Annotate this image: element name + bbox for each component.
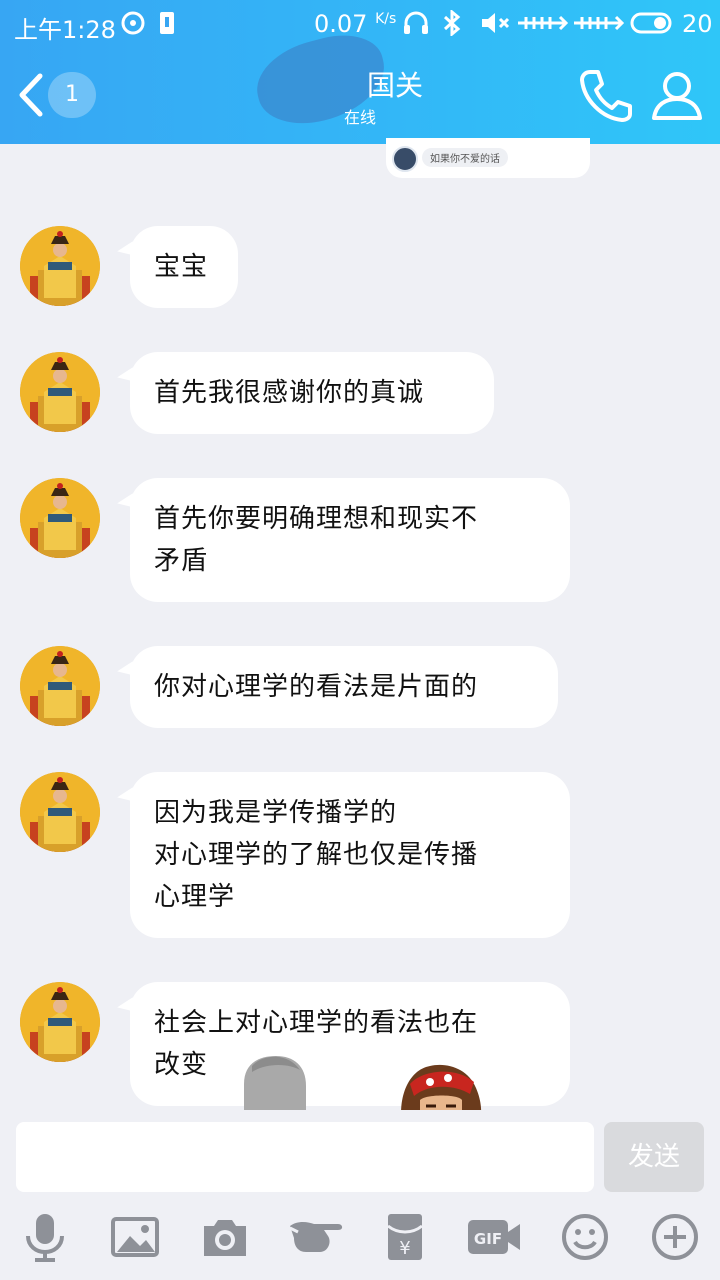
message-bubble[interactable]: 因为我是学传播学的 对心理学的了解也仅是传播 心理学 — [130, 772, 570, 938]
signal-icon — [518, 15, 569, 31]
message-bubble[interactable]: 你对心理学的看法是片面的 — [130, 646, 558, 728]
unread-badge[interactable]: 1 — [48, 72, 96, 118]
message-bubble[interactable]: 首先我很感谢你的真诚 — [130, 352, 494, 434]
app-icon — [121, 11, 145, 35]
emoji-icon[interactable] — [560, 1212, 610, 1262]
phone-icon[interactable] — [576, 66, 634, 124]
avatar[interactable] — [20, 982, 100, 1062]
avatar[interactable] — [20, 478, 100, 558]
avatar[interactable] — [20, 352, 100, 432]
back-icon[interactable] — [12, 70, 52, 120]
signal-icon — [574, 15, 625, 31]
previous-card-text: 如果你不爱的话 — [422, 148, 508, 167]
net-speed: 0.07 K/s — [314, 10, 397, 38]
avatar[interactable] — [20, 772, 100, 852]
message-bubble[interactable]: 宝宝 — [130, 226, 238, 308]
status-time: 上午1:28 — [14, 16, 116, 44]
bluetooth-icon — [443, 10, 461, 36]
battery-level: 20 — [682, 10, 713, 38]
poke-icon[interactable] — [288, 1212, 346, 1262]
image-icon[interactable] — [110, 1212, 160, 1262]
headphones-icon — [404, 11, 428, 34]
sim-icon — [160, 12, 174, 34]
svg-text:GIF: GIF — [474, 1230, 502, 1248]
title-bar: 上午1:28 0.07 K/s 20 1 国关 在线 — [0, 0, 720, 144]
microphone-icon[interactable] — [20, 1212, 70, 1262]
mute-icon — [482, 13, 510, 33]
gif-icon[interactable]: GIF — [466, 1212, 522, 1262]
avatar — [392, 146, 418, 172]
svg-text:¥: ¥ — [399, 1238, 410, 1259]
net-unit: K/s — [375, 11, 397, 27]
battery-icon — [630, 12, 672, 34]
camera-icon[interactable] — [200, 1212, 250, 1262]
avatar[interactable] — [20, 646, 100, 726]
compose-area: 发送 — [0, 1110, 720, 1280]
profile-icon[interactable] — [648, 66, 706, 124]
previous-message-card[interactable]: 如果你不爱的话 — [386, 138, 590, 178]
message-input[interactable] — [16, 1122, 594, 1192]
chat-title: 国关 — [366, 69, 423, 102]
avatar[interactable] — [20, 226, 100, 306]
red-packet-icon[interactable]: ¥ — [380, 1212, 430, 1262]
message-bubble[interactable]: 首先你要明确理想和现实不 矛盾 — [130, 478, 570, 602]
online-status: 在线 — [343, 108, 376, 127]
plus-icon[interactable] — [650, 1212, 700, 1262]
send-button[interactable]: 发送 — [604, 1122, 704, 1192]
message-bubble[interactable]: 社会上对心理学的看法也在 改变 — [130, 982, 570, 1106]
